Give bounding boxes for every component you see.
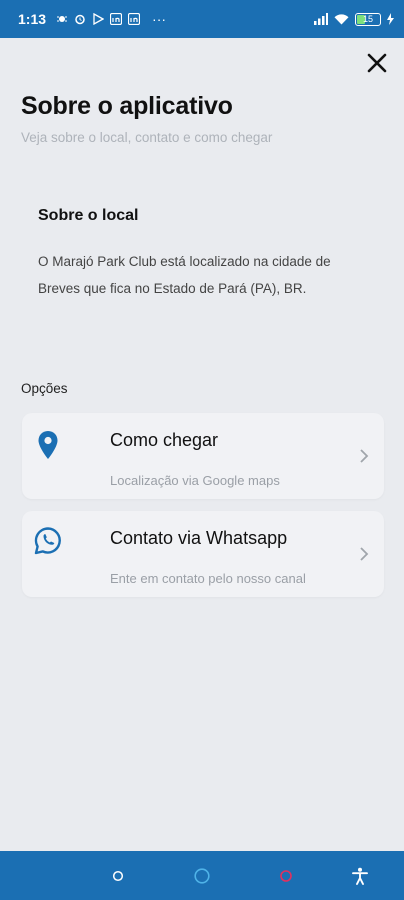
more-notifications-icon: ··· [152, 11, 167, 27]
option-subtitle: Ente em contato pelo nosso canal [110, 571, 306, 586]
battery-level: 15 [362, 14, 373, 24]
whatsapp-icon [34, 527, 61, 555]
chevron-right-icon [360, 449, 369, 463]
chevron-right-icon [360, 547, 369, 561]
option-title: Contato via Whatsapp [110, 528, 288, 548]
close-icon [367, 53, 387, 73]
status-bar-right: 15 [314, 12, 394, 26]
status-bar-left: 1:13 ··· [18, 11, 166, 27]
battery-icon: 15 [355, 12, 381, 26]
about-heading: Sobre o local [38, 207, 139, 224]
nav-back-button[interactable] [275, 865, 297, 887]
close-button[interactable] [362, 48, 392, 78]
signal-icon [314, 13, 328, 25]
wifi-icon [334, 14, 349, 25]
system-nav-bar [0, 851, 404, 900]
status-time: 1:13 [18, 11, 47, 27]
home-circle-icon [194, 868, 210, 884]
bug-icon [57, 16, 68, 22]
location-pin-icon [38, 431, 58, 459]
option-subtitle: Localização via Google maps [110, 473, 280, 488]
page-title: Sobre o aplicativo [21, 92, 233, 120]
circle-small-icon [112, 870, 124, 882]
accessibility-icon [352, 867, 368, 885]
charging-icon [387, 13, 394, 25]
option-card-directions[interactable]: Como chegar Localização via Google maps [22, 413, 384, 499]
nav-recents-button[interactable] [107, 865, 129, 887]
about-text: O Marajó Park Club está localizado na ci… [38, 254, 331, 296]
options-label: Opções [21, 381, 68, 396]
option-card-whatsapp[interactable]: Contato via Whatsapp Ente em contato pel… [22, 511, 384, 597]
alarm-icon [75, 14, 85, 25]
option-title: Como chegar [110, 430, 219, 450]
play-store-icon [93, 13, 105, 25]
nav-home-button[interactable] [191, 865, 213, 887]
status-bar: 1:13 ··· 15 [0, 0, 404, 38]
page-subtitle: Veja sobre o local, contato e como chega… [21, 130, 273, 145]
accessibility-button[interactable] [349, 865, 371, 887]
back-circle-icon [280, 870, 292, 882]
linkedin-icon [128, 13, 141, 25]
linkedin-icon [110, 13, 123, 25]
